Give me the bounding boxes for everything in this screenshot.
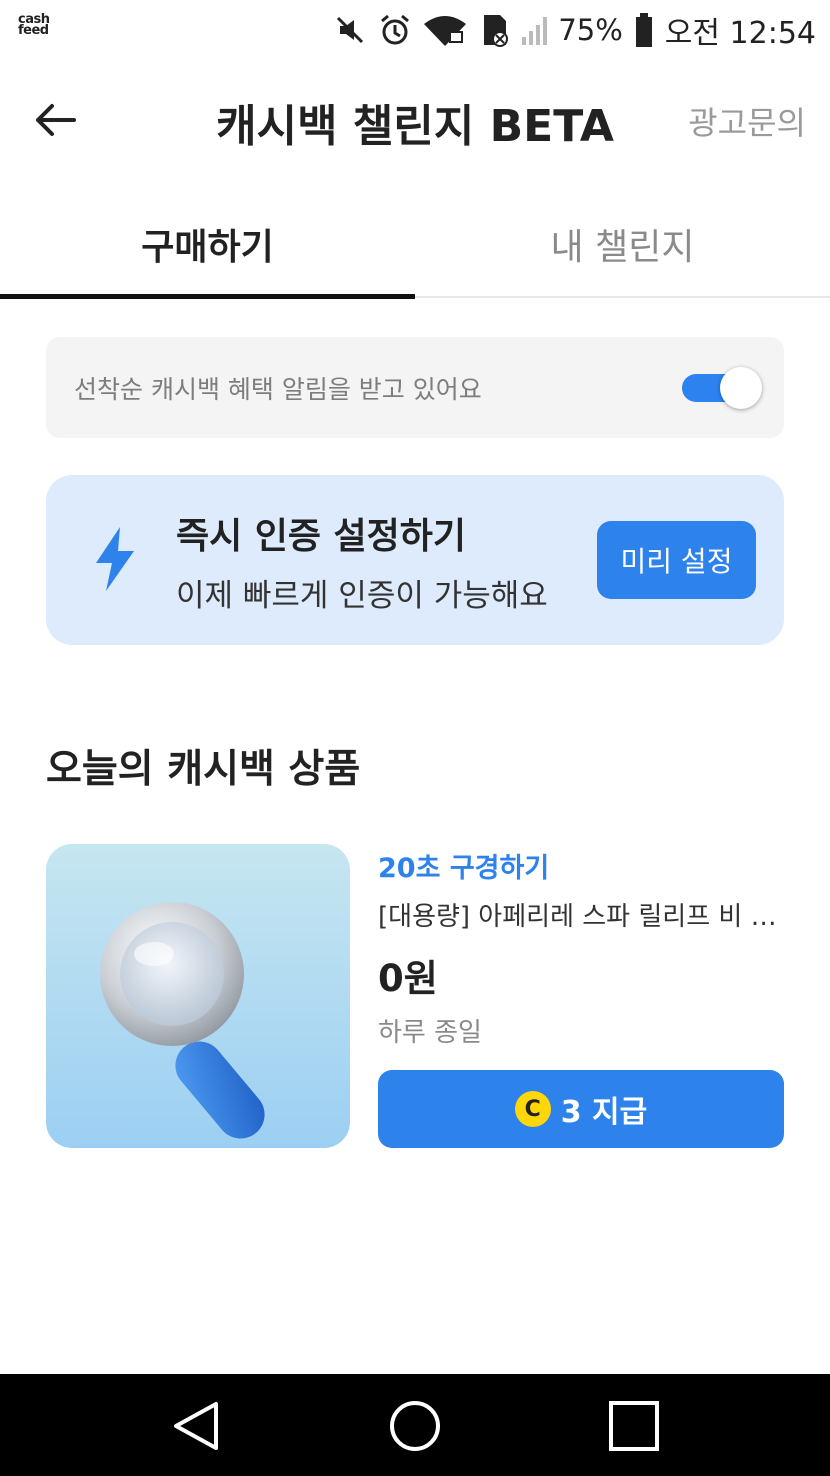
nav-back-button[interactable] — [166, 1396, 226, 1456]
product-image[interactable] — [46, 844, 350, 1148]
reward-button[interactable]: C 3 지급 — [378, 1070, 784, 1148]
tab-divider — [415, 296, 830, 298]
status-icons: 75% 오전 12:54 — [334, 10, 816, 51]
battery-icon — [635, 13, 652, 47]
system-nav-bar — [0, 1374, 830, 1476]
notification-setting-box: 선착순 캐시백 혜택 알림을 받고 있어요 — [46, 337, 784, 438]
battery-percent: 75% — [558, 13, 623, 47]
ad-inquiry-link[interactable]: 광고문의 — [688, 98, 806, 144]
recents-square-icon — [609, 1401, 659, 1451]
toggle-knob — [720, 367, 762, 409]
status-bar: cash feed 75% 오전 12:54 — [0, 0, 830, 58]
notification-toggle[interactable] — [682, 367, 762, 409]
signal-icon — [522, 17, 548, 45]
app-header: 캐시백 챌린지 BETA 광고문의 — [0, 70, 830, 170]
sd-card-icon — [484, 15, 509, 47]
tab-bar: 구매하기 내 챌린지 — [0, 190, 830, 300]
wifi-lock-icon — [424, 16, 467, 46]
tab-buy[interactable]: 구매하기 — [0, 190, 415, 298]
cashfeed-logo: cash feed — [18, 13, 58, 38]
product-period: 하루 종일 — [378, 1018, 482, 1048]
reward-label: 3 지급 — [560, 1095, 648, 1130]
mute-icon — [337, 16, 364, 44]
verify-subtitle: 이제 빠르게 인증이 가능해요 — [176, 578, 548, 614]
active-tab-indicator — [0, 294, 415, 299]
product-name[interactable]: [대용량] 아페리레 스파 릴리프 비 … — [378, 896, 778, 933]
back-triangle-icon — [174, 1402, 218, 1450]
logo-bottom-text: feed — [18, 23, 49, 38]
notification-text: 선착순 캐시백 혜택 알림을 받고 있어요 — [74, 375, 482, 404]
preset-button[interactable]: 미리 설정 — [597, 521, 756, 599]
instant-verify-banner: 즉시 인증 설정하기 이제 빠르게 인증이 가능해요 미리 설정 — [46, 475, 784, 645]
alarm-icon — [381, 14, 410, 45]
verify-title: 즉시 인증 설정하기 — [176, 516, 467, 557]
section-title: 오늘의 캐시백 상품 — [46, 747, 361, 792]
product-price: 0원 — [378, 957, 438, 1000]
clock: 오전 12:54 — [664, 16, 816, 51]
coin-icon: C — [514, 1091, 551, 1127]
nav-home-button[interactable] — [385, 1396, 445, 1456]
home-circle-icon — [390, 1401, 440, 1451]
product-tag: 20초 구경하기 — [378, 853, 550, 884]
lightning-bolt-icon — [96, 527, 134, 591]
tab-my-challenge[interactable]: 내 챌린지 — [415, 190, 830, 298]
nav-recents-button[interactable] — [604, 1396, 664, 1456]
magnifier-icon — [100, 902, 265, 1139]
